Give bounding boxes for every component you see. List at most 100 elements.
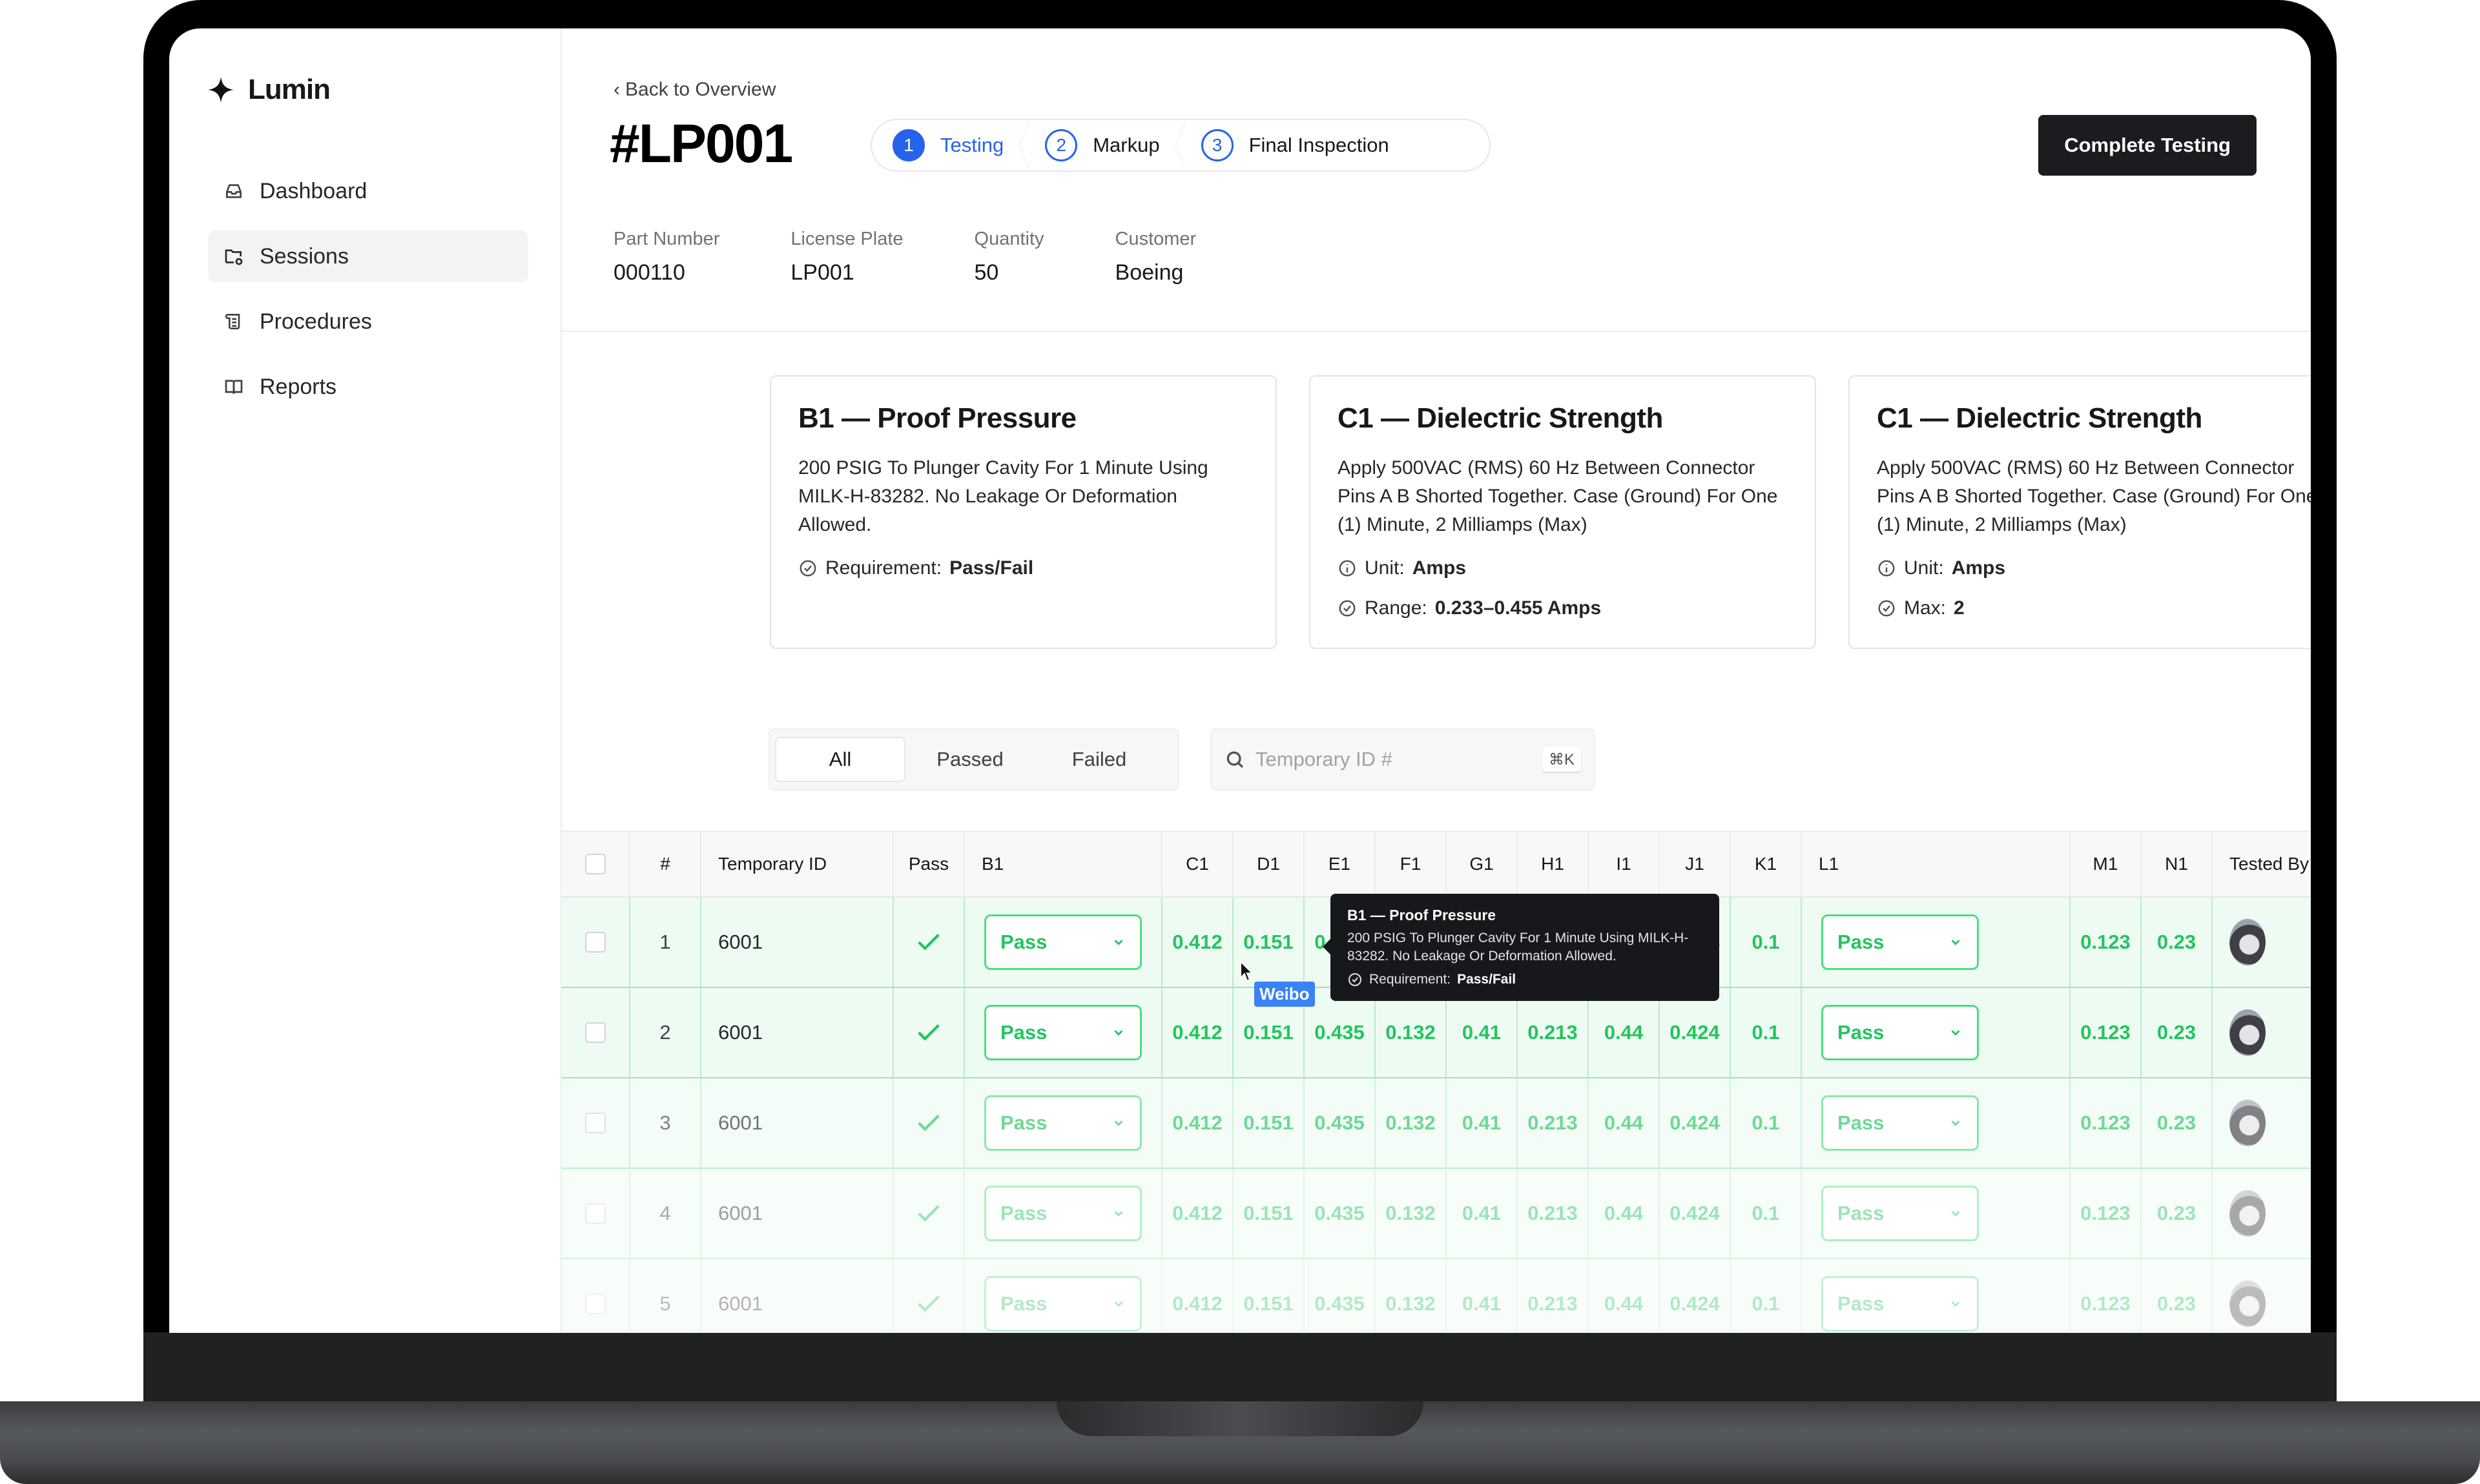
select-all-checkbox[interactable] [585, 854, 606, 874]
avatar[interactable] [2229, 1281, 2266, 1327]
measurement-cell[interactable]: 0.23 [2142, 1169, 2213, 1258]
measurement-cell[interactable]: 0.213 [1518, 1169, 1589, 1258]
measurement-cell[interactable]: 0.435 [1305, 1169, 1376, 1258]
measurement-cell[interactable]: 0.44 [1589, 1259, 1660, 1333]
measurement-cell[interactable]: 0.123 [2071, 1169, 2142, 1258]
measurement-cell[interactable]: 0.1 [1731, 1259, 1802, 1333]
measurement-cell[interactable]: 0.123 [2071, 1259, 2142, 1333]
measurement-cell[interactable]: 0.44 [1589, 1169, 1660, 1258]
measurement-cell[interactable]: 0.41 [1447, 1078, 1518, 1168]
measurement-cell[interactable]: 0.412 [1162, 898, 1234, 987]
column-header[interactable]: H1 [1518, 832, 1589, 896]
b1-select[interactable]: Pass [984, 1005, 1142, 1060]
avatar[interactable] [2229, 1190, 2266, 1237]
filter-all[interactable]: All [775, 737, 905, 782]
l1-select[interactable]: Pass [1821, 914, 1979, 970]
complete-testing-button[interactable]: Complete Testing [2038, 115, 2257, 176]
measurement-cell[interactable]: 0.424 [1660, 1169, 1731, 1258]
measurement-cell[interactable]: 0.132 [1376, 988, 1447, 1077]
row-checkbox[interactable] [585, 1203, 606, 1224]
measurement-cell[interactable]: 0.1 [1731, 1169, 1802, 1258]
step-final-inspection[interactable]: 3 Final Inspection [1175, 120, 1410, 170]
step-markup[interactable]: 2 Markup [1019, 120, 1180, 170]
measurement-cell[interactable]: 0.412 [1162, 1169, 1234, 1258]
sidebar-item-dashboard[interactable]: Dashboard [208, 165, 528, 217]
l1-select[interactable]: Pass [1821, 1186, 1979, 1241]
measurement-cell[interactable]: 0.424 [1660, 1259, 1731, 1333]
measurement-cell[interactable]: 0.424 [1660, 988, 1731, 1077]
b1-select[interactable]: Pass [984, 1276, 1142, 1332]
measurement-cell[interactable]: 0.412 [1162, 1078, 1234, 1168]
b1-select[interactable]: Pass [984, 1186, 1142, 1241]
measurement-cell[interactable]: 0.435 [1305, 1259, 1376, 1333]
logo[interactable]: Lumin [208, 74, 331, 106]
b1-select[interactable]: Pass [984, 1095, 1142, 1151]
measurement-cell[interactable]: 0.123 [2071, 1078, 2142, 1168]
column-header[interactable]: G1 [1447, 832, 1518, 896]
column-header[interactable]: L1 [1802, 832, 2071, 896]
filter-failed[interactable]: Failed [1035, 737, 1164, 782]
l1-select[interactable]: Pass [1821, 1095, 1979, 1151]
sidebar-item-reports[interactable]: Reports [208, 361, 528, 413]
measurement-cell[interactable]: 0.412 [1162, 988, 1234, 1077]
search-input[interactable] [1256, 748, 1532, 771]
measurement-cell[interactable]: 0.1 [1731, 988, 1802, 1077]
column-header[interactable]: I1 [1589, 832, 1660, 896]
avatar[interactable] [2229, 1009, 2266, 1056]
column-header[interactable]: # [630, 832, 701, 896]
test-card[interactable]: C1 — Dielectric Strength Apply 500VAC (R… [1309, 375, 1816, 649]
sidebar-item-procedures[interactable]: Procedures [208, 296, 528, 347]
measurement-cell[interactable]: 0.1 [1731, 1078, 1802, 1168]
measurement-cell[interactable]: 0.435 [1305, 988, 1376, 1077]
measurement-cell[interactable]: 0.213 [1518, 1078, 1589, 1168]
column-header[interactable]: Tested By [2213, 832, 2311, 896]
measurement-cell[interactable]: 0.44 [1589, 988, 1660, 1077]
step-testing[interactable]: 1 Testing [872, 120, 1024, 170]
filter-passed[interactable]: Passed [905, 737, 1035, 782]
column-header[interactable]: J1 [1660, 832, 1731, 896]
measurement-cell[interactable]: 0.213 [1518, 1259, 1589, 1333]
row-checkbox[interactable] [585, 932, 606, 953]
row-checkbox[interactable] [585, 1113, 606, 1133]
measurement-cell[interactable]: 0.23 [2142, 1078, 2213, 1168]
measurement-cell[interactable]: 0.41 [1447, 1169, 1518, 1258]
measurement-cell[interactable]: 0.213 [1518, 988, 1589, 1077]
measurement-cell[interactable]: 0.41 [1447, 988, 1518, 1077]
column-header[interactable]: Pass [894, 832, 965, 896]
measurement-cell[interactable]: 0.41 [1447, 1259, 1518, 1333]
measurement-cell[interactable]: 0.151 [1234, 1169, 1305, 1258]
measurement-cell[interactable]: 0.23 [2142, 1259, 2213, 1333]
measurement-cell[interactable]: 0.1 [1731, 898, 1802, 987]
column-header[interactable]: N1 [2142, 832, 2213, 896]
measurement-cell[interactable]: 0.123 [2071, 898, 2142, 987]
measurement-cell[interactable]: 0.132 [1376, 1169, 1447, 1258]
b1-select[interactable]: Pass [984, 914, 1142, 970]
column-header[interactable]: M1 [2071, 832, 2142, 896]
column-header[interactable]: F1 [1376, 832, 1447, 896]
measurement-cell[interactable]: 0.412 [1162, 1259, 1234, 1333]
column-header[interactable]: K1 [1731, 832, 1802, 896]
l1-select[interactable]: Pass [1821, 1005, 1979, 1060]
row-checkbox[interactable] [585, 1022, 606, 1043]
measurement-cell[interactable]: 0.151 [1234, 1078, 1305, 1168]
column-header[interactable]: B1 [965, 832, 1162, 896]
avatar[interactable] [2229, 1100, 2266, 1146]
row-checkbox[interactable] [585, 1293, 606, 1314]
measurement-cell[interactable]: 0.151 [1234, 1259, 1305, 1333]
column-header[interactable]: D1 [1234, 832, 1305, 896]
measurement-cell[interactable]: 0.132 [1376, 1078, 1447, 1168]
column-header[interactable]: E1 [1305, 832, 1376, 896]
avatar[interactable] [2229, 919, 2266, 965]
measurement-cell[interactable]: 0.44 [1589, 1078, 1660, 1168]
measurement-cell[interactable]: 0.123 [2071, 988, 2142, 1077]
sidebar-item-sessions[interactable]: Sessions [208, 231, 528, 282]
back-link[interactable]: ‹ Back to Overview [614, 79, 776, 101]
measurement-cell[interactable]: 0.132 [1376, 1259, 1447, 1333]
measurement-cell[interactable]: 0.435 [1305, 1078, 1376, 1168]
measurement-cell[interactable]: 0.23 [2142, 898, 2213, 987]
measurement-cell[interactable]: 0.23 [2142, 988, 2213, 1077]
column-header[interactable]: C1 [1162, 832, 1234, 896]
measurement-cell[interactable]: 0.424 [1660, 1078, 1731, 1168]
l1-select[interactable]: Pass [1821, 1276, 1979, 1332]
test-card[interactable]: B1 — Proof Pressure 200 PSIG To Plunger … [770, 375, 1277, 649]
